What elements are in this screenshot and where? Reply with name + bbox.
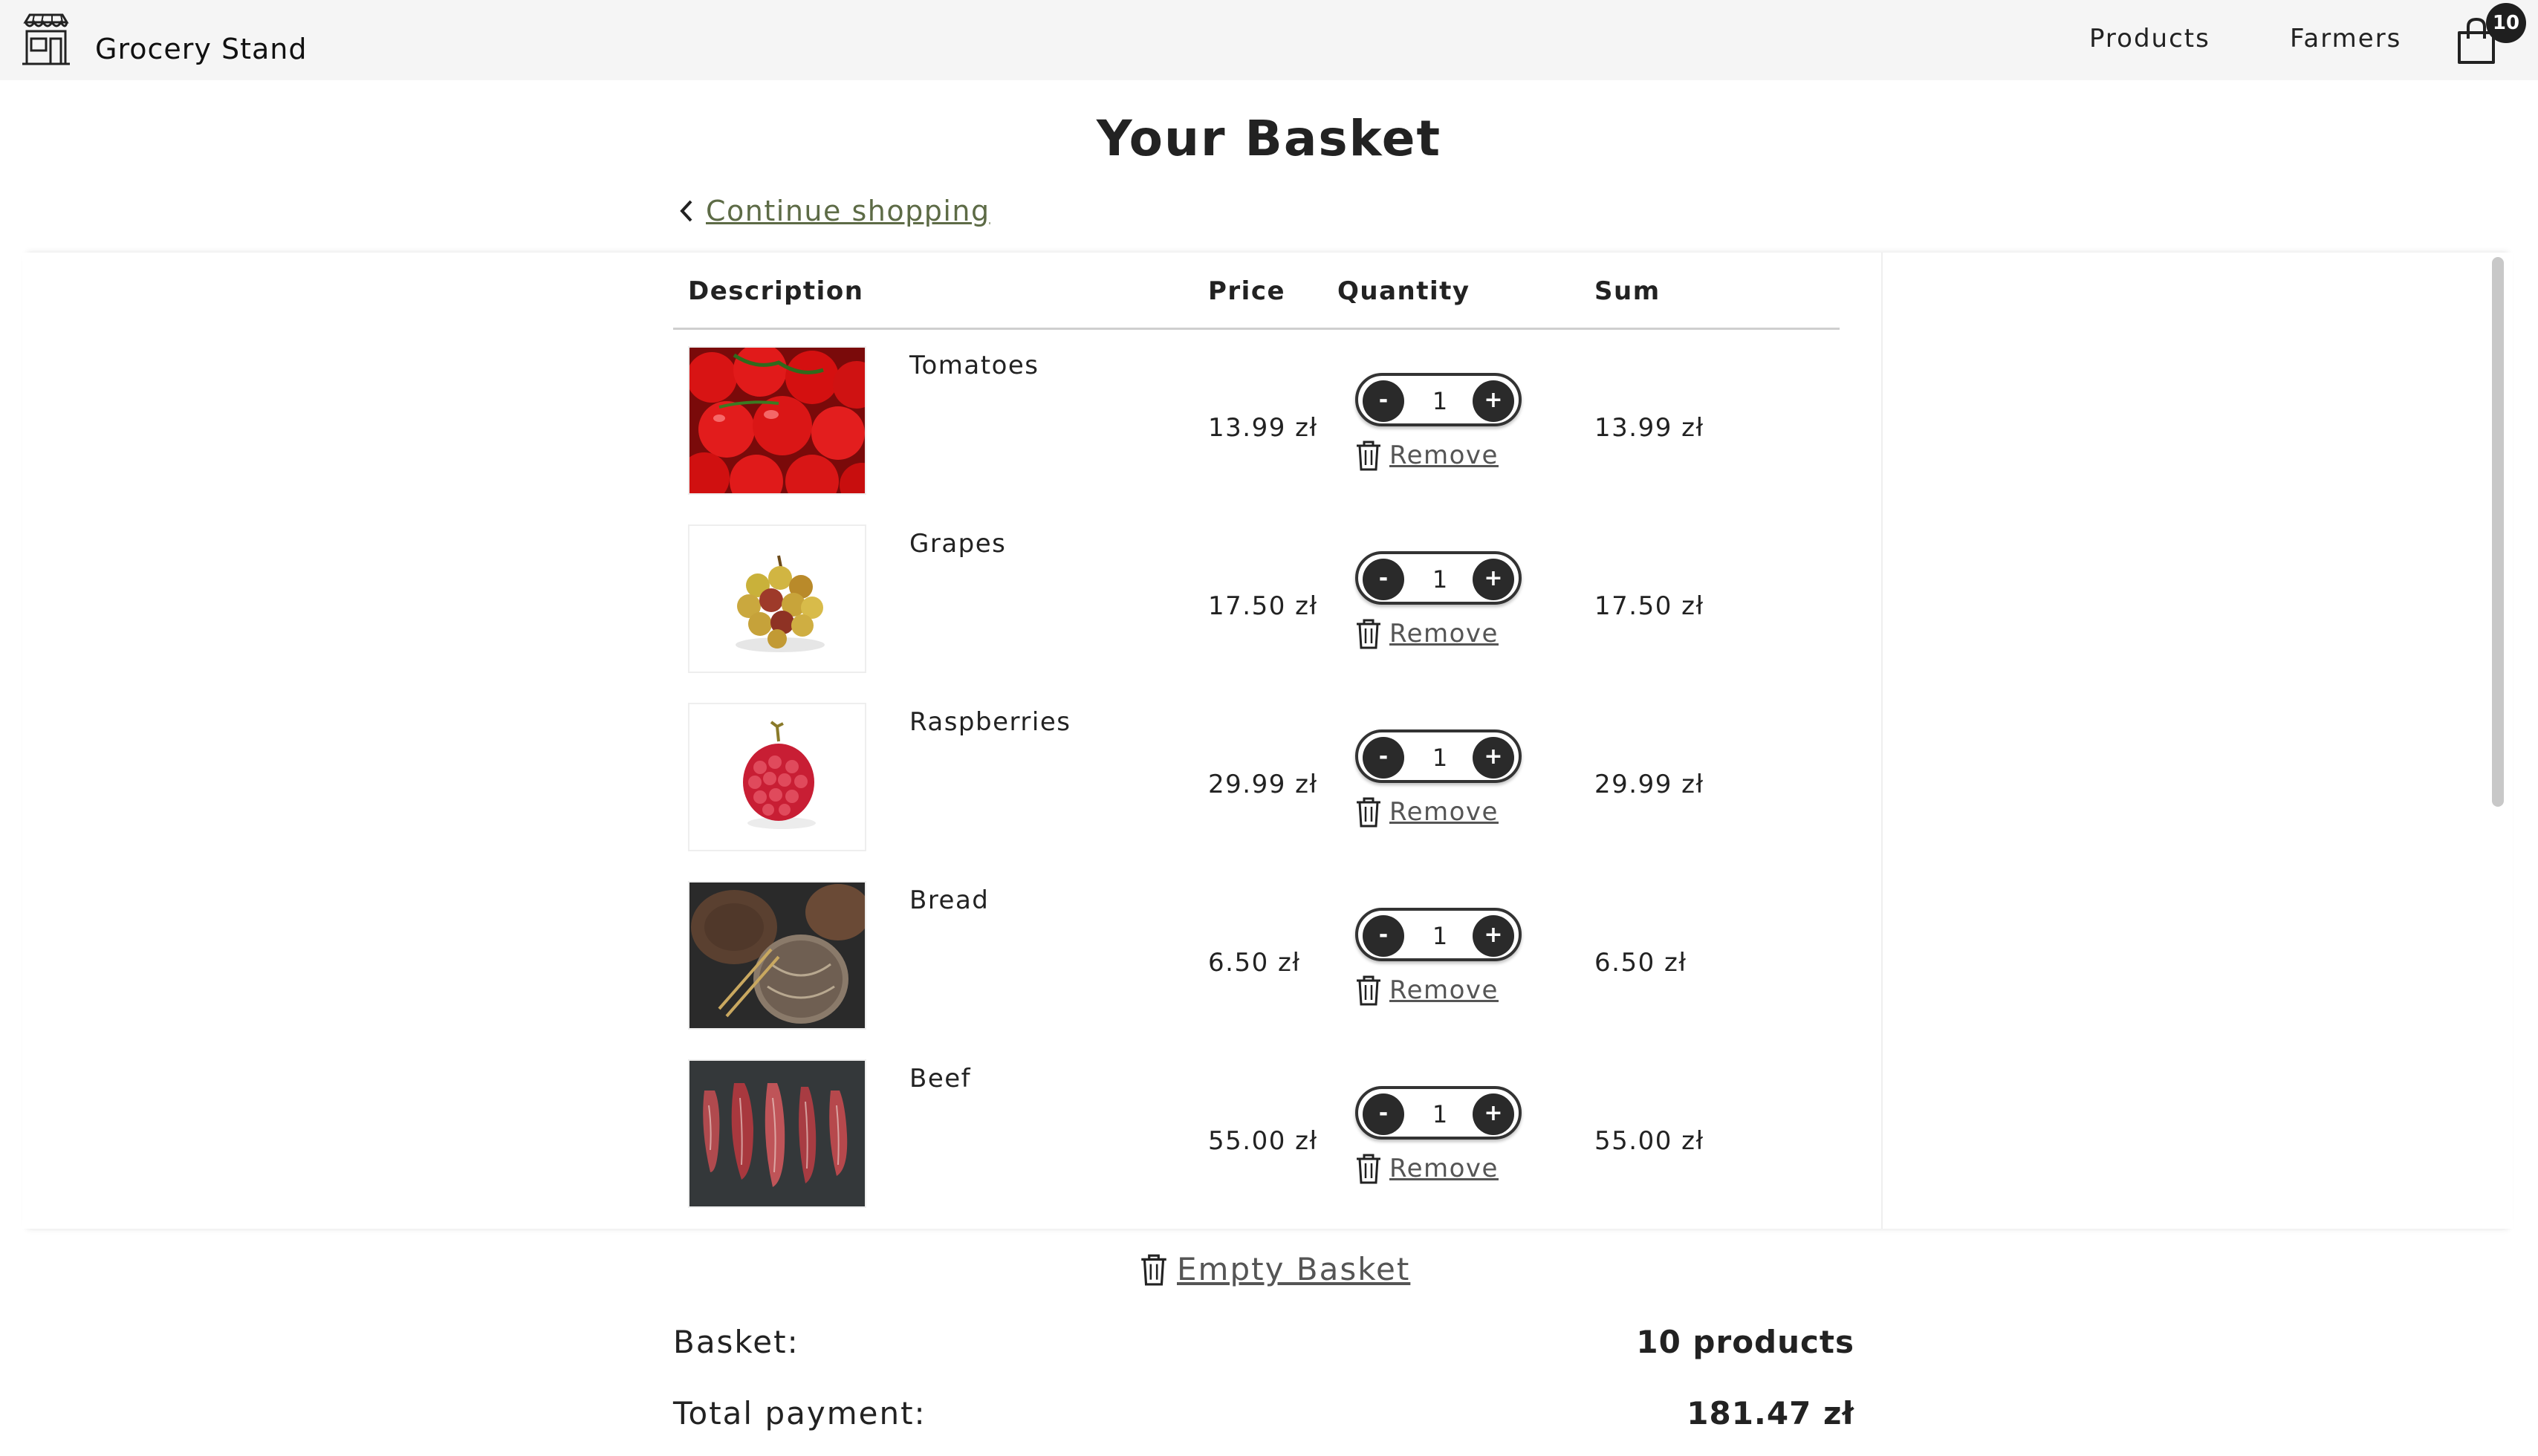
quantity-input[interactable] [1410, 741, 1470, 774]
product-name: Bread [909, 885, 990, 915]
trash-icon [1357, 441, 1380, 471]
product-image-grapes[interactable] [688, 524, 866, 673]
empty-basket-label: Empty Basket [1177, 1251, 1411, 1287]
product-sum: 17.50 zł [1594, 591, 1704, 621]
page-title: Your Basket [1096, 110, 1442, 167]
remove-label: Remove [1389, 1154, 1499, 1183]
column-header-price: Price [1208, 276, 1286, 306]
decrease-quantity-button[interactable]: - [1363, 559, 1404, 600]
increase-quantity-button[interactable]: + [1473, 737, 1514, 779]
remove-label: Remove [1389, 619, 1499, 649]
table-scrollbar[interactable] [2492, 257, 2504, 807]
table-row: Grapes 17.50 zł - + Remove 17.50 zł [673, 510, 1840, 688]
basket-scroll-region: Description Price Quantity Sum Tomatoes … [22, 253, 2513, 1229]
column-header-quantity: Quantity [1337, 276, 1470, 306]
decrease-quantity-button[interactable]: - [1363, 737, 1404, 779]
product-price: 29.99 zł [1208, 770, 1318, 799]
basket-count-value: 10 products [1636, 1324, 1854, 1360]
remove-label: Remove [1389, 975, 1499, 1005]
table-row: Raspberries 29.99 zł - + Remove 29.99 zł [673, 688, 1840, 866]
continue-shopping-label: Continue shopping [706, 195, 990, 227]
product-image-beef[interactable] [688, 1059, 866, 1208]
decrease-quantity-button[interactable]: - [1363, 380, 1404, 422]
quantity-stepper: - + [1355, 908, 1522, 961]
remove-label: Remove [1389, 441, 1499, 470]
quantity-stepper: - + [1355, 373, 1522, 426]
product-name: Grapes [909, 529, 1007, 559]
quantity-input[interactable] [1410, 385, 1470, 417]
product-sum: 29.99 zł [1594, 770, 1704, 799]
product-price: 55.00 zł [1208, 1126, 1318, 1156]
decrease-quantity-button[interactable]: - [1363, 1093, 1404, 1135]
trash-icon [1357, 975, 1380, 1006]
product-price: 6.50 zł [1208, 948, 1301, 978]
store-logo-icon[interactable] [19, 12, 73, 68]
product-image-bread[interactable] [688, 881, 866, 1030]
remove-item-button[interactable]: Remove [1355, 1153, 1499, 1184]
product-image-tomatoes[interactable] [688, 346, 866, 495]
cart-count-badge: 10 [2486, 3, 2526, 43]
brand-name[interactable]: Grocery Stand [95, 33, 307, 65]
basket-count-label: Basket: [673, 1324, 799, 1360]
quantity-stepper: - + [1355, 1086, 1522, 1140]
quantity-input[interactable] [1410, 1098, 1470, 1131]
column-header-description: Description [688, 276, 864, 306]
chevron-left-icon [680, 200, 692, 222]
table-header: Description Price Quantity Sum [673, 253, 1840, 330]
product-name: Tomatoes [909, 351, 1039, 380]
increase-quantity-button[interactable]: + [1473, 380, 1514, 422]
product-sum: 55.00 zł [1594, 1126, 1704, 1156]
trash-icon [1357, 1154, 1380, 1184]
total-payment-label: Total payment: [673, 1395, 926, 1431]
product-sum: 13.99 zł [1594, 413, 1704, 443]
product-price: 13.99 zł [1208, 413, 1318, 443]
table-row: Beef 55.00 zł - + Remove 55.00 zł [673, 1044, 1840, 1223]
product-name: Raspberries [909, 707, 1071, 737]
product-price: 17.50 zł [1208, 591, 1318, 621]
empty-basket-button[interactable]: Empty Basket [1140, 1251, 1410, 1287]
product-image-raspberries[interactable] [688, 703, 866, 851]
table-row: Bread 6.50 zł - + Remove 6.50 zł [673, 866, 1840, 1044]
nav-products-link[interactable]: Products [2089, 24, 2210, 53]
remove-item-button[interactable]: Remove [1355, 618, 1499, 649]
quantity-stepper: - + [1355, 729, 1522, 783]
remove-item-button[interactable]: Remove [1355, 975, 1499, 1006]
basket-table: Description Price Quantity Sum Tomatoes … [673, 253, 2504, 1229]
table-row: Tomatoes 13.99 zł - + Remove 13.99 zł [673, 331, 1840, 510]
top-navigation-bar: Grocery Stand Products Farmers 10 [0, 0, 2538, 80]
trash-icon [1357, 797, 1380, 828]
total-payment-value: 181.47 zł [1687, 1395, 1854, 1431]
product-name: Beef [909, 1064, 972, 1093]
decrease-quantity-button[interactable]: - [1363, 915, 1404, 957]
remove-item-button[interactable]: Remove [1355, 440, 1499, 471]
increase-quantity-button[interactable]: + [1473, 1093, 1514, 1135]
quantity-input[interactable] [1410, 920, 1470, 952]
quantity-stepper: - + [1355, 551, 1522, 605]
increase-quantity-button[interactable]: + [1473, 915, 1514, 957]
continue-shopping-link[interactable]: Continue shopping [678, 195, 990, 227]
quantity-input[interactable] [1410, 563, 1470, 596]
remove-label: Remove [1389, 797, 1499, 827]
remove-item-button[interactable]: Remove [1355, 796, 1499, 828]
product-sum: 6.50 zł [1594, 948, 1687, 978]
increase-quantity-button[interactable]: + [1473, 559, 1514, 600]
nav-farmers-link[interactable]: Farmers [2290, 24, 2401, 53]
column-header-sum: Sum [1594, 276, 1661, 306]
trash-icon [1357, 619, 1380, 649]
trash-icon [1141, 1254, 1166, 1285]
